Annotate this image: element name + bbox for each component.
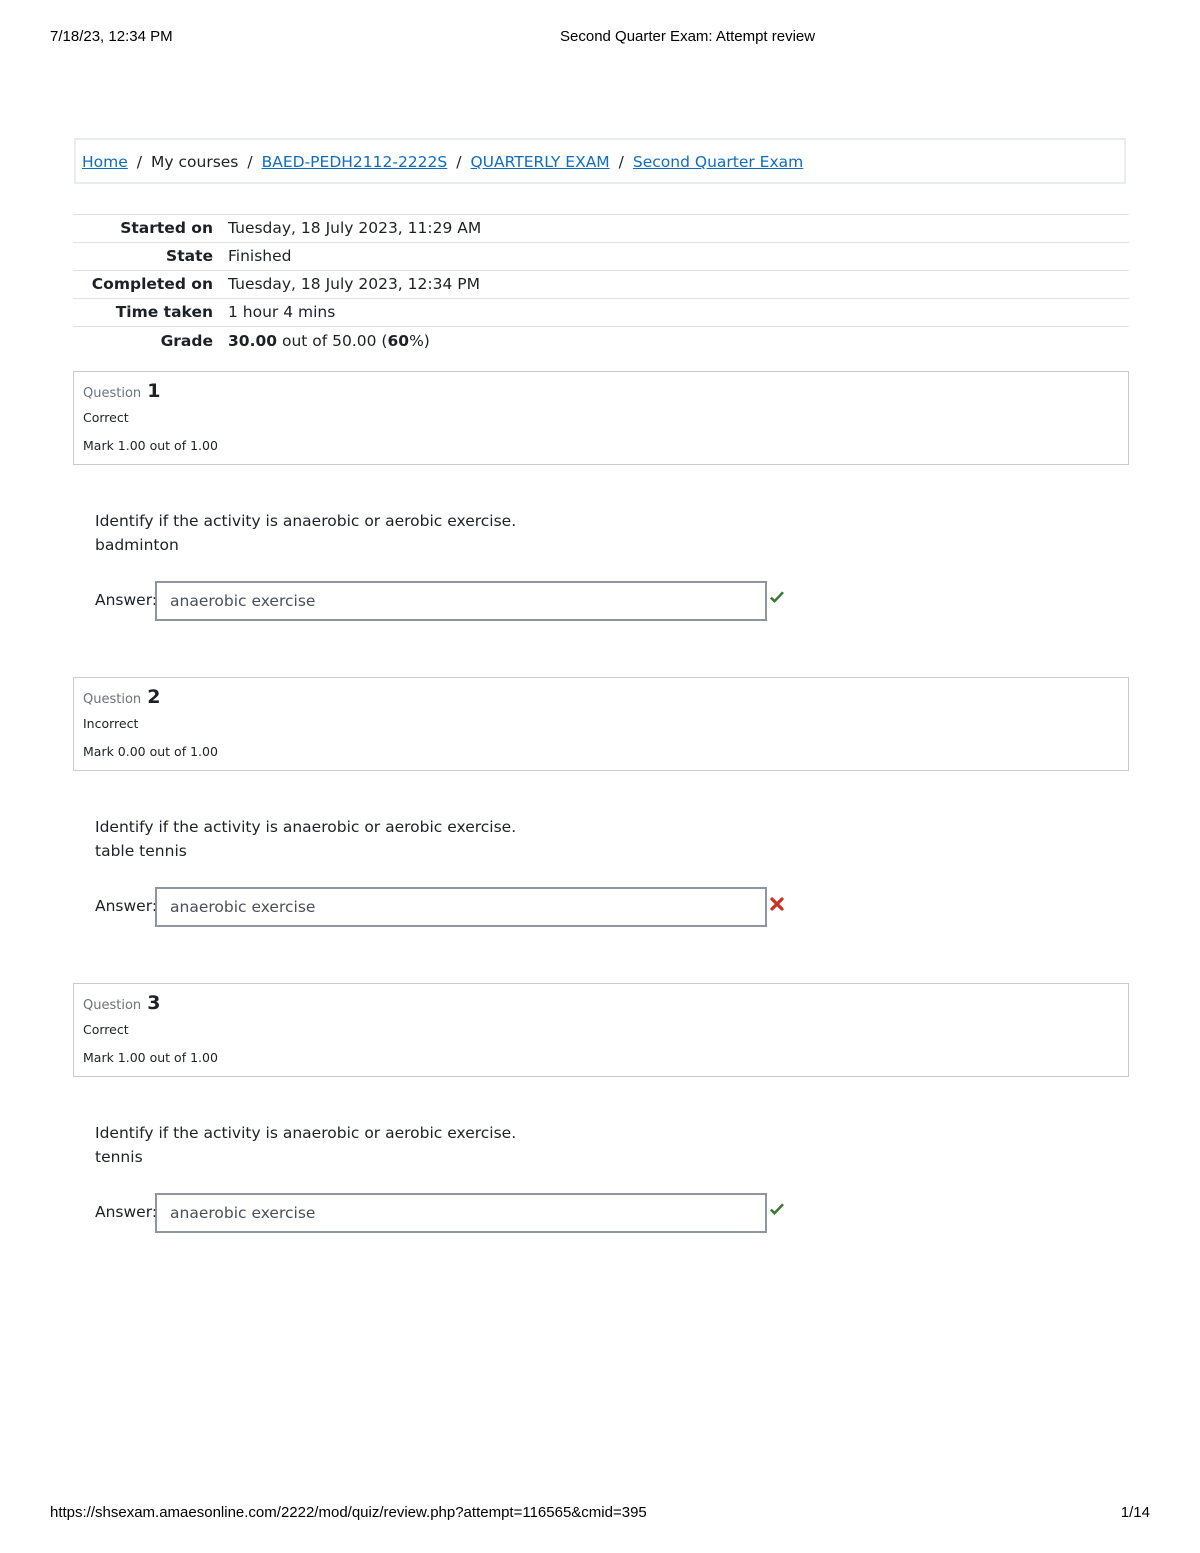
question-info-box: Question 1 Correct Mark 1.00 out of 1.00 [73,371,1129,465]
breadcrumb-quiz-link[interactable]: Second Quarter Exam [633,153,803,171]
question-state: Correct [83,410,129,425]
grade-percent: 60 [387,332,410,350]
breadcrumb-home-link[interactable]: Home [82,153,128,171]
print-url: https://shsexam.amaesonline.com/2222/mod… [50,1504,647,1521]
print-footer: https://shsexam.amaesonline.com/2222/mod… [50,1504,1150,1524]
breadcrumb-separator: / [618,153,624,171]
cross-icon [770,897,784,911]
question-activity: badminton [95,536,179,554]
summary-value: 1 hour 4 mins [228,303,336,321]
question-number-value: 2 [147,686,161,708]
question-prompt: Identify if the activity is anaerobic or… [95,512,517,530]
question-prompt: Identify if the activity is anaerobic or… [95,1124,517,1142]
breadcrumb-my-courses: My courses [151,153,239,171]
breadcrumb-section-link[interactable]: QUARTERLY EXAM [470,153,609,171]
question-mark: Mark 1.00 out of 1.00 [83,438,218,453]
summary-row-started-on: Started on Tuesday, 18 July 2023, 11:29 … [73,215,1129,243]
question-text: Identify if the activity is anaerobic or… [95,509,516,557]
question-info-box: Question 3 Correct Mark 1.00 out of 1.00 [73,983,1129,1077]
question-activity: table tennis [95,842,187,860]
check-icon [770,1203,784,1215]
question-number: Question 2 [83,686,161,708]
print-page-title: Second Quarter Exam: Attempt review [560,28,816,45]
breadcrumb-separator: / [136,153,143,171]
grade-percent-suffix: %) [409,332,430,350]
grade-value: 30.00 out of 50.00 (60%) [228,327,430,356]
summary-row-state: State Finished [73,243,1129,271]
breadcrumb-course-link[interactable]: BAED-PEDH2112-2222S [262,153,448,171]
summary-label: Time taken [115,303,213,321]
summary-value: Tuesday, 18 July 2023, 11:29 AM [228,219,482,237]
breadcrumb-separator: / [456,153,462,171]
question-prompt: Identify if the activity is anaerobic or… [95,818,517,836]
question-text: Identify if the activity is anaerobic or… [95,1121,516,1169]
summary-row-completed-on: Completed on Tuesday, 18 July 2023, 12:3… [73,271,1129,299]
question-text: Identify if the activity is anaerobic or… [95,815,516,863]
summary-value: Finished [228,247,292,265]
question-number: Question 3 [83,992,161,1014]
print-header: 7/18/23, 12:34 PM Second Quarter Exam: A… [50,28,1150,48]
answer-input[interactable] [155,581,767,621]
summary-label: Completed on [91,275,213,293]
question-number: Question 1 [83,380,161,402]
print-page-number: 1/14 [1120,1504,1150,1521]
summary-row-time-taken: Time taken 1 hour 4 mins [73,299,1129,327]
print-date: 7/18/23, 12:34 PM [50,28,173,45]
answer-input[interactable] [155,887,767,927]
question-number-value: 1 [147,380,161,402]
breadcrumb: Home / My courses / BAED-PEDH2112-2222S / QUAR… [74,138,1126,184]
question-prefix: Question [83,998,142,1013]
grade-out-of: out of 50.00 ( [277,332,388,350]
question-mark: Mark 1.00 out of 1.00 [83,1050,218,1065]
summary-label: Started on [120,219,213,237]
summary-label: State [166,247,213,265]
question-number-value: 3 [147,992,161,1014]
answer-label: Answer: [95,591,158,609]
answer-label: Answer: [95,1203,158,1221]
summary-label: Grade [160,332,213,350]
answer-label: Answer: [95,897,158,915]
grade-score: 30.00 [228,332,278,350]
question-state: Incorrect [83,716,139,731]
attempt-summary-table: Started on Tuesday, 18 July 2023, 11:29 … [73,214,1129,356]
answer-input[interactable] [155,1193,767,1233]
question-state: Correct [83,1022,129,1037]
check-icon [770,591,784,603]
question-activity: tennis [95,1148,143,1166]
summary-value: Tuesday, 18 July 2023, 12:34 PM [228,275,480,293]
summary-row-grade: Grade 30.00 out of 50.00 (60%) [73,327,1129,356]
question-info-box: Question 2 Incorrect Mark 0.00 out of 1.… [73,677,1129,771]
question-prefix: Question [83,386,142,401]
question-prefix: Question [83,692,142,707]
breadcrumb-separator: / [247,153,253,171]
question-mark: Mark 0.00 out of 1.00 [83,744,218,759]
